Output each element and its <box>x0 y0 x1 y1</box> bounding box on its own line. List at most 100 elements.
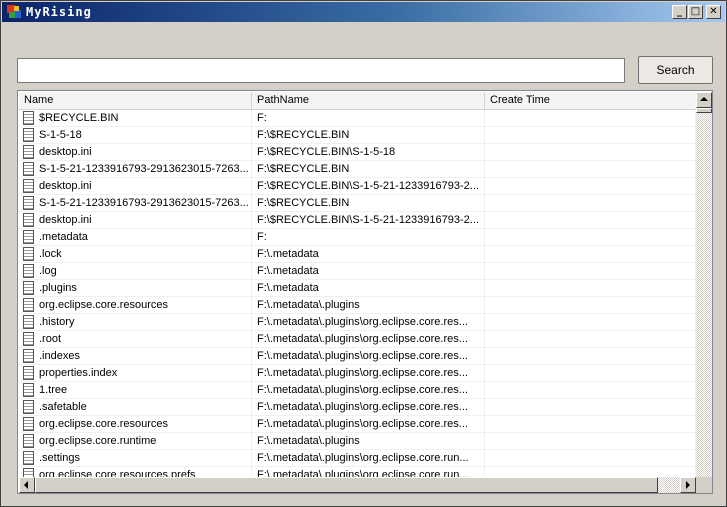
path-cell: F:\.metadata\.plugins\org.eclipse.core.r… <box>252 399 485 416</box>
file-icon <box>23 332 34 346</box>
column-header-create-time[interactable]: Create Time <box>485 92 697 109</box>
table-row[interactable]: org.eclipse.core.runtime F:\.metadata\.pl… <box>19 433 696 450</box>
file-name: .indexes <box>39 350 80 362</box>
table-row[interactable]: S-1-5-21-1233916793-2913623015-7263... F:… <box>19 161 696 178</box>
table-row[interactable]: .plugins F:\.metadata <box>19 280 696 297</box>
create-time-cell <box>485 399 696 416</box>
name-cell: desktop.ini <box>19 212 252 229</box>
path-cell: F:\$RECYCLE.BIN <box>252 127 485 144</box>
path-cell: F:\.metadata\.plugins\org.eclipse.core.r… <box>252 450 485 467</box>
path-cell: F:\.metadata\.plugins\org.eclipse.core.r… <box>252 314 485 331</box>
file-name: .history <box>39 316 75 328</box>
file-list[interactable]: Name PathName Create Time $RECYCLE.BIN F:… <box>17 90 713 494</box>
name-cell: desktop.ini <box>19 178 252 195</box>
table-row[interactable]: desktop.ini F:\$RECYCLE.BIN\S-1-5-21-1233… <box>19 178 696 195</box>
file-icon <box>23 298 34 312</box>
name-cell: .plugins <box>19 280 252 297</box>
create-time-cell <box>485 229 696 246</box>
file-name: desktop.ini <box>39 214 92 226</box>
table-row[interactable]: 1.tree F:\.metadata\.plugins\org.eclipse.… <box>19 382 696 399</box>
path-cell: F:\.metadata\.plugins\org.eclipse.core.r… <box>252 416 485 433</box>
table-row[interactable]: .log F:\.metadata <box>19 263 696 280</box>
search-button[interactable]: Search <box>638 56 713 84</box>
file-name: desktop.ini <box>39 180 92 192</box>
table-row[interactable]: .indexes F:\.metadata\.plugins\org.eclips… <box>19 348 696 365</box>
table-row[interactable]: org.eclipse.core.resources.prefs F:\.meta… <box>19 467 696 477</box>
vertical-scrollbar[interactable] <box>696 92 712 477</box>
file-icon <box>23 468 34 477</box>
vertical-scroll-thumb[interactable] <box>696 108 712 113</box>
create-time-cell <box>485 416 696 433</box>
path-cell: F: <box>252 229 485 246</box>
file-icon <box>23 247 34 261</box>
file-name: org.eclipse.core.runtime <box>39 435 157 447</box>
name-cell: desktop.ini <box>19 144 252 161</box>
search-input[interactable] <box>17 58 625 83</box>
table-row[interactable]: org.eclipse.core.resources F:\.metadata\.… <box>19 416 696 433</box>
file-icon <box>23 162 34 176</box>
create-time-cell <box>485 110 696 127</box>
path-cell: F:\$RECYCLE.BIN\S-1-5-21-1233916793-2... <box>252 178 485 195</box>
table-row[interactable]: .settings F:\.metadata\.plugins\org.eclip… <box>19 450 696 467</box>
table-row[interactable]: .root F:\.metadata\.plugins\org.eclipse.c… <box>19 331 696 348</box>
path-cell: F:\.metadata\.plugins\org.eclipse.core.r… <box>252 348 485 365</box>
column-header-name[interactable]: Name <box>19 92 252 109</box>
path-cell: F:\.metadata\.plugins <box>252 297 485 314</box>
table-row[interactable]: desktop.ini F:\$RECYCLE.BIN\S-1-5-21-1233… <box>19 212 696 229</box>
file-name: .log <box>39 265 57 277</box>
table-row[interactable]: properties.index F:\.metadata\.plugins\or… <box>19 365 696 382</box>
path-cell: F: <box>252 110 485 127</box>
create-time-cell <box>485 365 696 382</box>
name-cell: S-1-5-21-1233916793-2913623015-7263... <box>19 161 252 178</box>
create-time-cell <box>485 195 696 212</box>
name-cell: 1.tree <box>19 382 252 399</box>
title-bar[interactable]: MyRising _ □ ✕ <box>2 2 725 22</box>
file-icon <box>23 213 34 227</box>
file-icon <box>23 111 34 125</box>
horizontal-scrollbar[interactable] <box>19 477 696 493</box>
name-cell: .metadata <box>19 229 252 246</box>
create-time-cell <box>485 348 696 365</box>
table-row[interactable]: .lock F:\.metadata <box>19 246 696 263</box>
file-name: org.eclipse.core.resources <box>39 418 169 430</box>
create-time-cell <box>485 127 696 144</box>
file-name: .root <box>39 333 62 345</box>
path-cell: F:\.metadata\.plugins\org.eclipse.core.r… <box>252 382 485 399</box>
table-row[interactable]: $RECYCLE.BIN F: <box>19 110 696 127</box>
file-name: S-1-5-18 <box>39 129 82 141</box>
path-cell: F:\.metadata\.plugins\org.eclipse.core.r… <box>252 331 485 348</box>
file-name: properties.index <box>39 367 118 379</box>
create-time-cell <box>485 212 696 229</box>
scroll-left-button[interactable] <box>19 477 35 493</box>
file-name: .settings <box>39 452 80 464</box>
minimize-button[interactable]: _ <box>672 5 687 19</box>
name-cell: .history <box>19 314 252 331</box>
column-header-pathname[interactable]: PathName <box>252 92 485 109</box>
table-row[interactable]: S-1-5-18 F:\$RECYCLE.BIN <box>19 127 696 144</box>
path-cell: F:\$RECYCLE.BIN <box>252 161 485 178</box>
file-name: .metadata <box>39 231 88 243</box>
file-icon <box>23 281 34 295</box>
name-cell: org.eclipse.core.resources <box>19 416 252 433</box>
path-cell: F:\.metadata <box>252 246 485 263</box>
file-icon <box>23 230 34 244</box>
create-time-cell <box>485 331 696 348</box>
create-time-cell <box>485 450 696 467</box>
create-time-cell <box>485 178 696 195</box>
table-row[interactable]: desktop.ini F:\$RECYCLE.BIN\S-1-5-18 <box>19 144 696 161</box>
name-cell: .log <box>19 263 252 280</box>
maximize-button[interactable]: □ <box>688 5 703 19</box>
file-name: org.eclipse.core.resources.prefs <box>39 469 196 477</box>
table-row[interactable]: .metadata F: <box>19 229 696 246</box>
path-cell: F:\$RECYCLE.BIN <box>252 195 485 212</box>
create-time-cell <box>485 297 696 314</box>
table-row[interactable]: .history F:\.metadata\.plugins\org.eclips… <box>19 314 696 331</box>
table-row[interactable]: .safetable F:\.metadata\.plugins\org.ecli… <box>19 399 696 416</box>
app-icon <box>7 5 21 18</box>
table-row[interactable]: org.eclipse.core.resources F:\.metadata\.… <box>19 297 696 314</box>
horizontal-scroll-thumb[interactable] <box>35 477 658 493</box>
close-button[interactable]: ✕ <box>706 5 721 19</box>
scroll-right-button[interactable] <box>680 477 696 493</box>
table-row[interactable]: S-1-5-21-1233916793-2913623015-7263... F:… <box>19 195 696 212</box>
scroll-up-button[interactable] <box>696 92 712 108</box>
